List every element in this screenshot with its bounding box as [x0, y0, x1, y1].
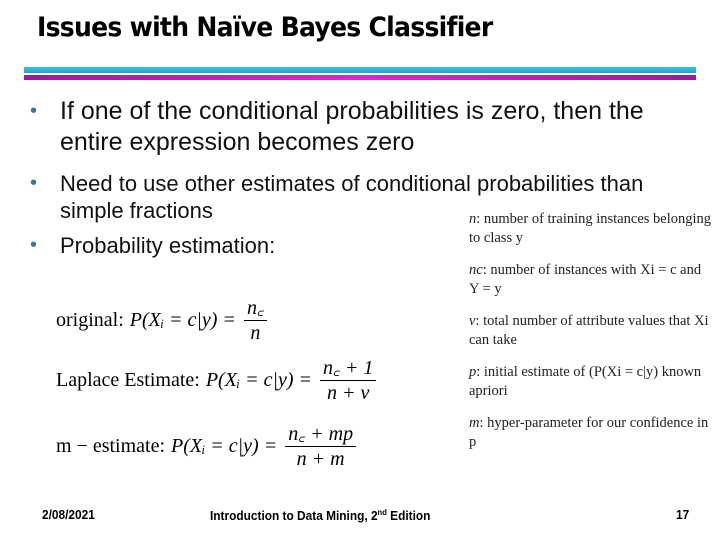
formula-label: original:: [56, 309, 124, 331]
title-rule-purple: [24, 75, 696, 80]
formula-lhs: P(Xᵢ = c|y) =: [205, 369, 312, 391]
fraction: n꜀ + mp n + m: [285, 422, 357, 471]
definition-text: : initial estimate of (P(Xi = c|y) known…: [469, 364, 702, 399]
formula-original: original: P(Xᵢ = c|y) = n꜀ n: [56, 296, 267, 345]
title-rule-cyan: [24, 67, 696, 73]
footer-date: 2/08/2021: [42, 508, 95, 522]
numerator: n꜀ + 1: [320, 356, 377, 381]
bullet-item: • If one of the conditional probabilitie…: [30, 96, 710, 158]
definition-item: nc: number of instances with Xi = c and …: [469, 261, 714, 299]
footer-title-text: Introduction to Data Mining, 2: [210, 509, 378, 524]
formula-laplace: Laplace Estimate: P(Xᵢ = c|y) = n꜀ + 1 n…: [56, 356, 377, 405]
numerator: n꜀: [243, 296, 267, 321]
bullet-text: If one of the conditional probabilities …: [60, 97, 644, 156]
formula-label: Laplace Estimate:: [56, 369, 200, 391]
page-number: 17: [676, 508, 690, 522]
bullet-dot-icon: •: [30, 172, 38, 194]
slide-title: Issues with Naïve Bayes Classifier: [37, 12, 493, 43]
fraction: n꜀ n: [243, 296, 267, 345]
formula-m-estimate: m − estimate: P(Xᵢ = c|y) = n꜀ + mp n + …: [56, 422, 357, 471]
denominator: n + v: [327, 382, 370, 404]
definition-item: m: hyper-parameter for our confidence in…: [469, 414, 714, 452]
footer-title-suffix: Edition: [386, 509, 431, 524]
formula-lhs: P(Xᵢ = c|y) =: [171, 435, 278, 457]
definition-text: : number of instances with Xi = c and Y …: [469, 262, 702, 297]
footer-title: Introduction to Data Mining, 2nd Edition: [210, 508, 430, 523]
definition-symbol: m: [469, 415, 480, 431]
bullet-dot-icon: •: [30, 100, 38, 122]
definition-text: : total number of attribute values that …: [469, 313, 709, 348]
definitions-list: n: number of training instances belongin…: [469, 210, 714, 465]
denominator: n: [250, 322, 261, 344]
formula-lhs: P(Xᵢ = c|y) =: [129, 309, 236, 331]
definition-text: : hyper-parameter for our confidence in …: [469, 415, 709, 450]
definition-symbol: nc: [469, 262, 483, 278]
numerator: n꜀ + mp: [285, 422, 357, 447]
footer-title-sup: nd: [377, 508, 387, 517]
fraction: n꜀ + 1 n + v: [320, 356, 377, 405]
definition-item: v: total number of attribute values that…: [469, 312, 714, 350]
formula-label: m − estimate:: [56, 435, 166, 457]
bullet-dot-icon: •: [30, 234, 38, 256]
denominator: n + m: [296, 448, 345, 470]
definition-text: : number of training instances belonging…: [469, 211, 712, 246]
bullet-text: Probability estimation:: [60, 233, 276, 258]
definition-item: n: number of training instances belongin…: [469, 210, 714, 248]
definition-item: p: initial estimate of (P(Xi = c|y) know…: [469, 363, 714, 401]
